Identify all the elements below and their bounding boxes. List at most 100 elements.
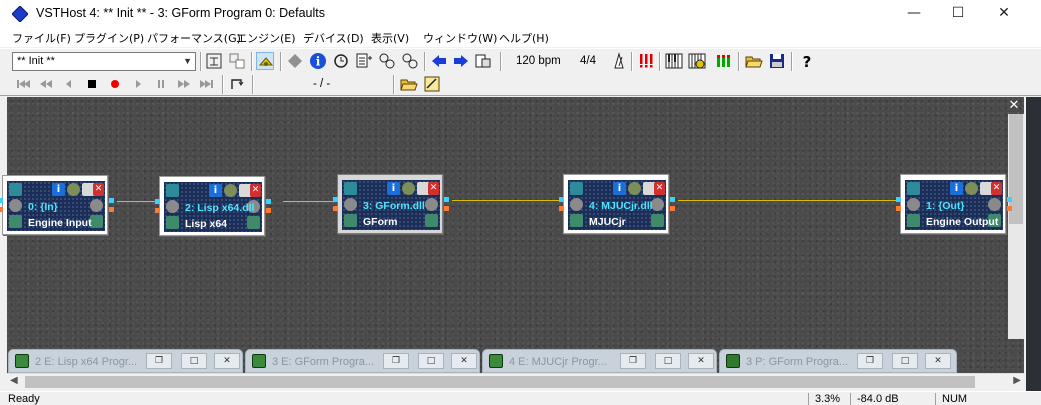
remove-icon[interactable]: ✕ [93,183,104,196]
info-icon[interactable]: i [52,183,65,196]
program-icon[interactable] [224,184,237,197]
minimized-editor-window[interactable]: 3 E: GForm Progra... ❐ □ ✕ [245,349,480,373]
info-icon[interactable]: i [613,182,626,195]
horizontal-scrollbar-thumb[interactable] [25,376,975,388]
midi-output-pin[interactable] [1007,206,1012,211]
program-icon[interactable] [402,182,415,195]
play-icon[interactable] [129,75,147,93]
step-back-icon[interactable] [60,75,78,93]
midi-out-icon[interactable] [425,198,438,211]
open-song-icon[interactable] [400,75,418,93]
audio-out-icon[interactable] [247,216,260,229]
close-button[interactable]: ✕ [688,353,714,369]
maximize-button[interactable]: □ [892,353,918,369]
midi-output-pin[interactable] [109,207,114,212]
plug-icon[interactable] [166,184,179,197]
midi-in-filter-icon[interactable] [378,52,396,70]
menu-performance[interactable]: パフォーマンス(G) [147,30,241,46]
keyboard-icon[interactable] [665,52,683,70]
previous-arrow-icon[interactable] [430,52,448,70]
menu-device[interactable]: デバイス(D) [303,30,364,46]
output-pin[interactable] [266,199,271,204]
menu-plugin[interactable]: プラグイン(P) [74,30,144,46]
midi-input-pin[interactable] [559,206,564,211]
fast-rewind-icon[interactable] [37,75,55,93]
midi-output-pin[interactable] [670,206,675,211]
minimized-parameters-window[interactable]: 3 P: GForm Progra... ❐ □ ✕ [719,349,957,373]
midi-in-icon[interactable] [166,200,179,213]
restore-button[interactable]: ❐ [857,353,883,369]
restore-button[interactable]: ❐ [146,353,172,369]
restore-button[interactable]: ❐ [383,353,409,369]
midi-input-pin[interactable] [333,206,338,211]
scroll-left-icon[interactable]: ◀ [10,375,18,386]
audio-in-icon[interactable] [344,214,357,227]
next-arrow-icon[interactable] [452,52,470,70]
audio-out-icon[interactable] [651,214,664,227]
tempo-display[interactable]: 120 bpm [516,55,561,67]
autoconnect-icon[interactable] [256,52,274,70]
input-pin[interactable] [333,197,338,202]
midi-input-pin[interactable] [155,208,160,213]
input-pin[interactable] [896,197,901,202]
close-button[interactable]: ✕ [925,353,951,369]
metronome-icon[interactable] [610,52,628,70]
midi-out-icon[interactable] [988,198,1001,211]
program-icon[interactable] [628,182,641,195]
open-folder-icon[interactable] [745,52,763,70]
close-button[interactable]: ✕ [451,353,477,369]
minimized-editor-window[interactable]: 4 E: MJUCjr Progr... ❐ □ ✕ [482,349,717,373]
midi-in-icon[interactable] [570,198,583,211]
chain-after-icon[interactable] [205,52,223,70]
menu-window[interactable]: ウィンドウ(W) [423,30,497,46]
audio-out-icon[interactable] [425,214,438,227]
midi-in-icon[interactable] [907,198,920,211]
remove-icon[interactable]: ✕ [991,182,1002,195]
audio-in-icon[interactable] [9,215,22,228]
plugin-module[interactable]: i ✕ 4: MJUCjr.dll MJUCjr [559,174,675,234]
window-layout-icon[interactable] [474,52,492,70]
midi-out-icon[interactable] [90,199,103,212]
midi-keyboard-settings-icon[interactable] [688,52,706,70]
plug-icon[interactable] [9,183,22,196]
menu-help[interactable]: ヘルプ(H) [499,30,549,46]
forward-to-end-icon[interactable] [198,75,216,93]
maximize-button[interactable]: ☐ [935,0,981,27]
fast-forward-icon[interactable] [175,75,193,93]
midi-in-icon[interactable] [344,198,357,211]
song-settings-icon[interactable] [423,75,441,93]
input-pin[interactable] [155,199,160,204]
output-pin[interactable] [1007,197,1012,202]
loop-icon[interactable] [228,75,246,93]
input-pin[interactable] [0,198,3,203]
performance-combo[interactable]: ** Init ** ▼ [12,52,196,71]
audio-in-icon[interactable] [570,214,583,227]
input-pin[interactable] [559,197,564,202]
time-signature-display[interactable]: 4/4 [580,55,596,67]
plugin-module[interactable]: i ✕ 0: {In} Engine Input [0,175,114,235]
info-icon[interactable]: i [387,182,400,195]
plugin-module[interactable]: i ✕ 3: GForm.dll GForm [333,174,449,234]
plug-icon[interactable] [344,182,357,195]
program-icon[interactable] [965,182,978,195]
audio-in-icon[interactable] [166,216,179,229]
remove-icon[interactable]: ✕ [428,182,439,195]
remove-icon[interactable]: ✕ [654,182,665,195]
menu-engine[interactable]: エンジン(E) [236,30,296,46]
bypass-diamond-icon[interactable] [286,52,304,70]
minimized-editor-window[interactable]: 2 E: Lisp x64 Progr... ❐ □ ✕ [8,349,243,373]
menu-view[interactable]: 表示(V) [371,30,409,46]
output-pin[interactable] [109,198,114,203]
pause-icon[interactable] [152,75,170,93]
minimize-button[interactable]: — [891,0,937,27]
plug-icon[interactable] [570,182,583,195]
save-disk-icon[interactable] [768,52,786,70]
midi-input-pin[interactable] [0,207,3,212]
midi-in-icon[interactable] [9,199,22,212]
stop-icon[interactable] [83,75,101,93]
maximize-button[interactable]: □ [418,353,444,369]
midi-input-pin[interactable] [896,206,901,211]
rewind-to-start-icon[interactable] [14,75,32,93]
plugin-module[interactable]: i ✕ 1: {Out} Engine Output [896,174,1012,234]
workspace-close-icon[interactable]: ✕ [1006,98,1022,114]
